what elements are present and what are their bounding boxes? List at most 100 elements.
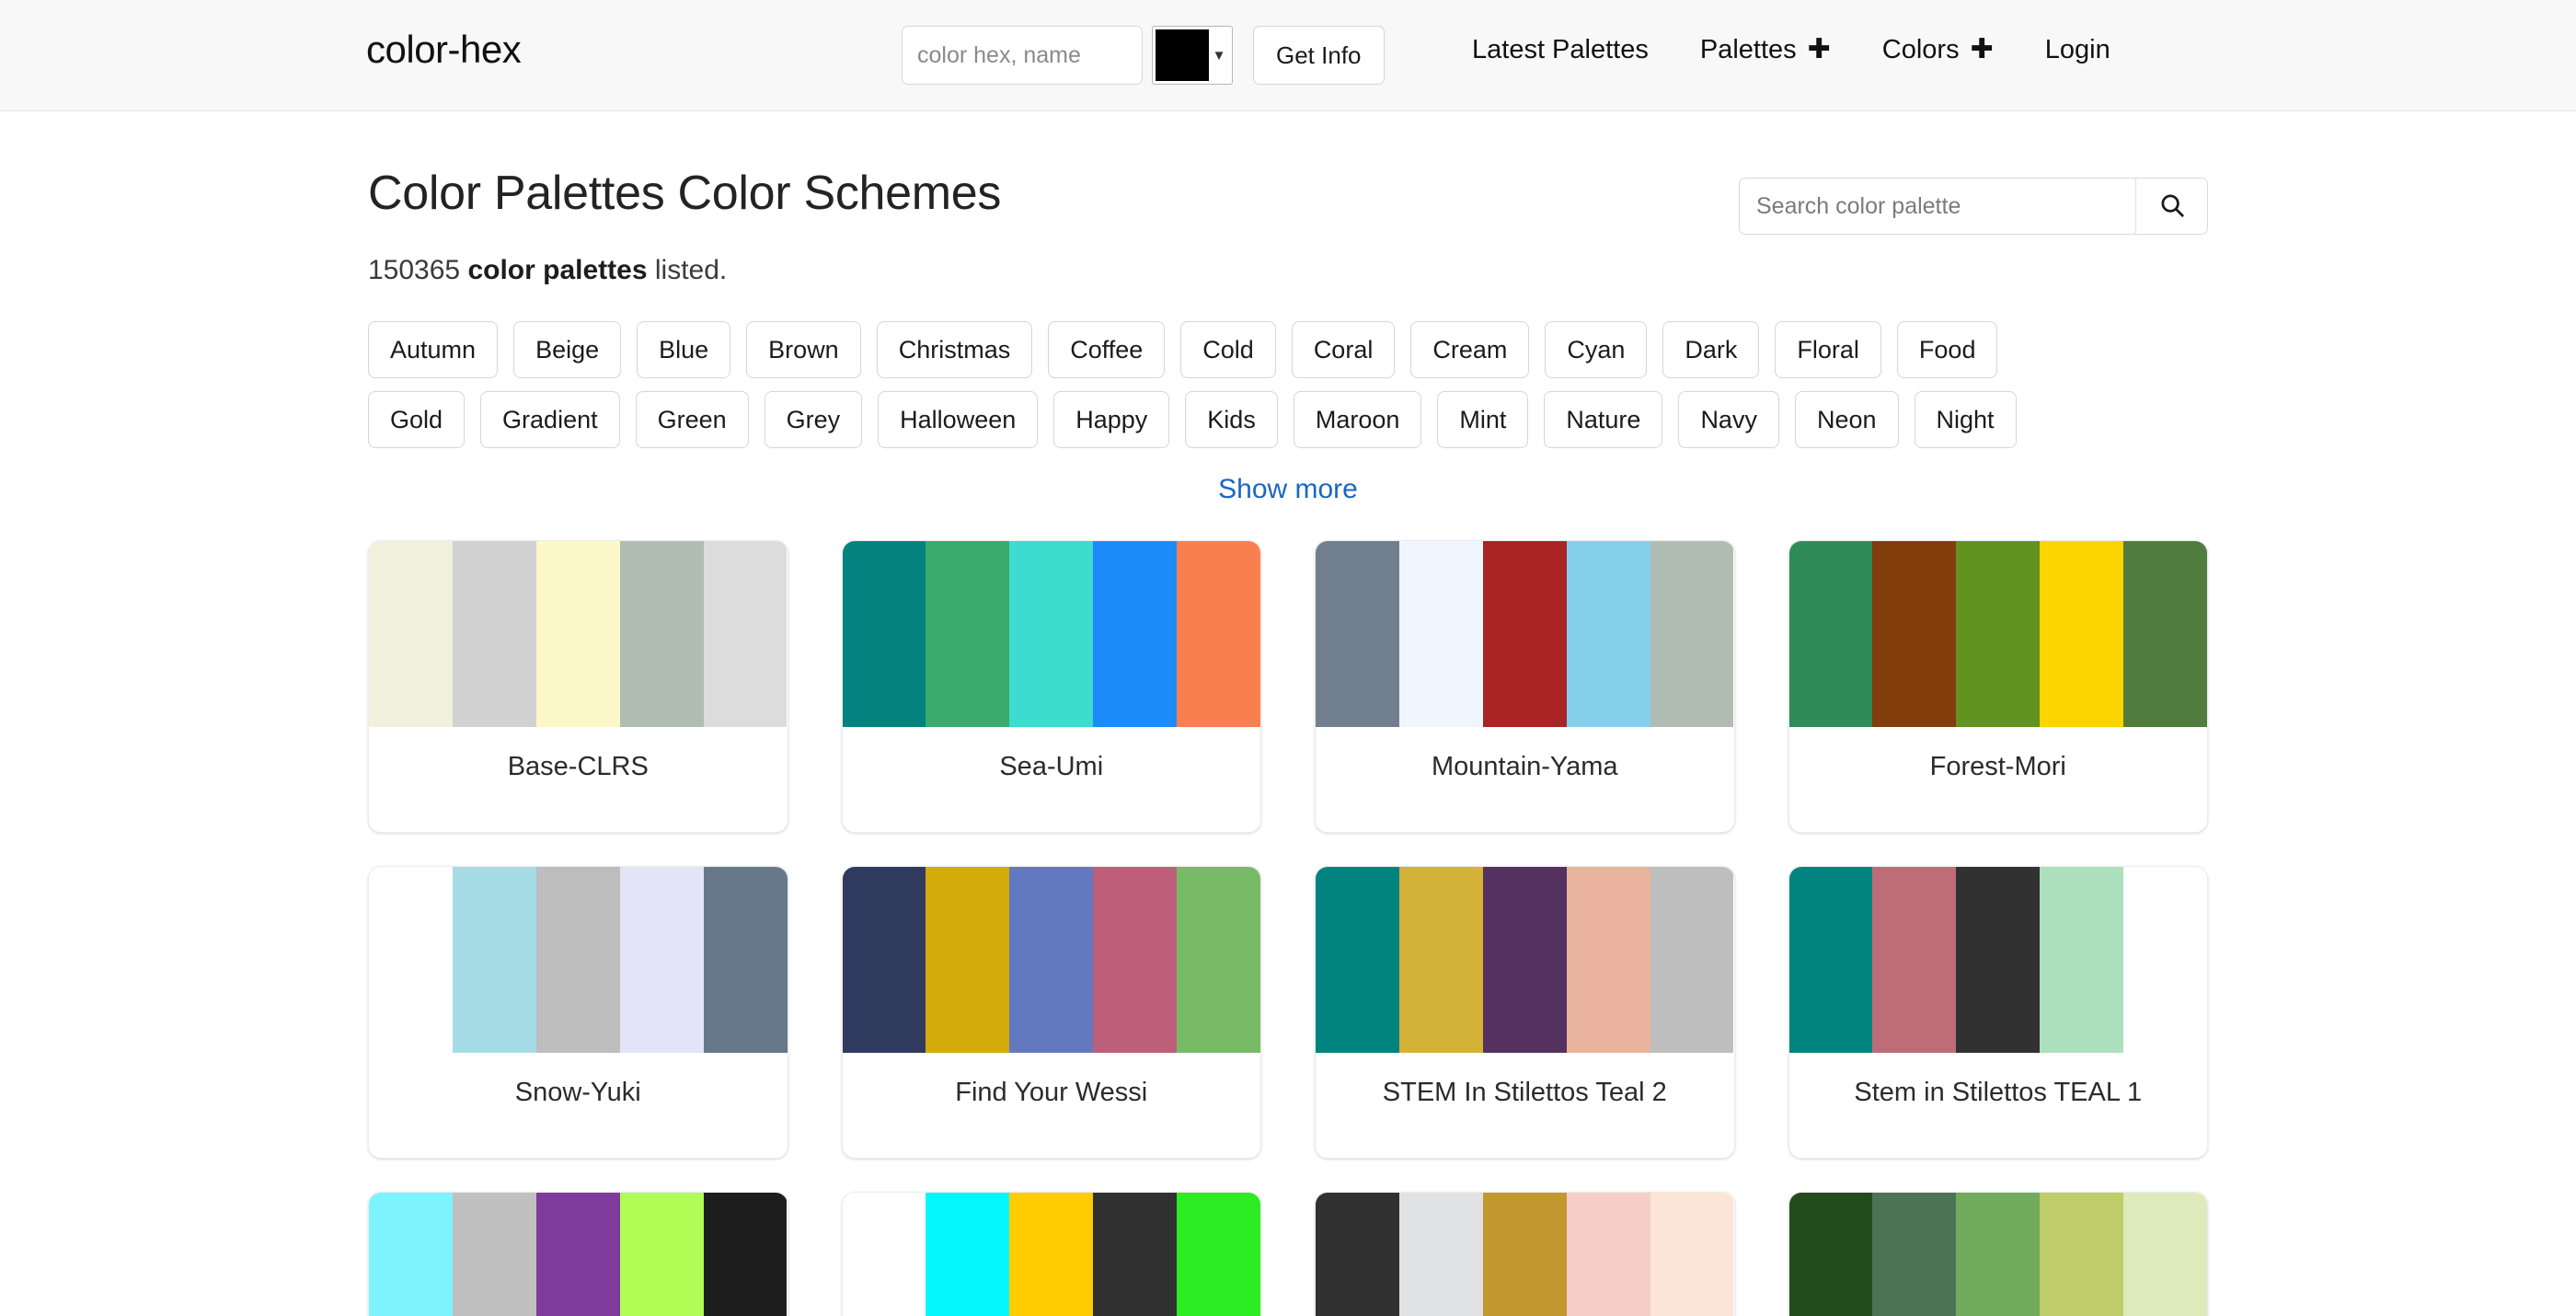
palette-swatch[interactable] bbox=[1009, 1193, 1094, 1316]
tag-chip-beige[interactable]: Beige bbox=[513, 321, 622, 378]
palette-card[interactable] bbox=[1788, 1192, 2208, 1316]
palette-card[interactable]: Snow-Yuki bbox=[368, 866, 788, 1159]
tag-chip-maroon[interactable]: Maroon bbox=[1293, 391, 1422, 448]
palette-swatch[interactable] bbox=[369, 1193, 453, 1316]
tag-chip-cyan[interactable]: Cyan bbox=[1545, 321, 1648, 378]
palette-swatch[interactable] bbox=[1093, 1193, 1178, 1316]
tag-chip-halloween[interactable]: Halloween bbox=[878, 391, 1039, 448]
palette-swatch[interactable] bbox=[1566, 541, 1650, 727]
tag-chip-green[interactable]: Green bbox=[635, 391, 749, 448]
tag-chip-gold[interactable]: Gold bbox=[368, 391, 466, 448]
tag-chip-gradient[interactable]: Gradient bbox=[480, 391, 620, 448]
palette-card[interactable]: Mountain-Yama bbox=[1315, 540, 1735, 833]
tag-chip-autumn[interactable]: Autumn bbox=[368, 321, 499, 378]
palette-swatch[interactable] bbox=[535, 1193, 620, 1316]
nav-item-login[interactable]: Login bbox=[2019, 35, 2136, 65]
color-picker-select[interactable]: ▼ bbox=[1152, 26, 1233, 85]
palette-swatch[interactable] bbox=[1566, 867, 1650, 1053]
tag-chip-coral[interactable]: Coral bbox=[1291, 321, 1396, 378]
tag-chip-cold[interactable]: Cold bbox=[1180, 321, 1276, 378]
palette-swatch[interactable] bbox=[1177, 541, 1260, 727]
palette-swatch[interactable] bbox=[1177, 867, 1260, 1053]
palette-card[interactable]: STEM In Stilettos Teal 2 bbox=[1315, 866, 1735, 1159]
palette-card[interactable]: Base-CLRS bbox=[368, 540, 788, 833]
palette-swatch[interactable] bbox=[452, 1193, 536, 1316]
show-more-link[interactable]: Show more bbox=[1218, 474, 1358, 504]
palette-swatch[interactable] bbox=[1650, 867, 1734, 1053]
palette-card[interactable]: Sea-Umi bbox=[841, 540, 1261, 833]
tag-chip-dark[interactable]: Dark bbox=[1662, 321, 1760, 378]
palette-swatch[interactable] bbox=[1316, 541, 1399, 727]
palette-swatch[interactable] bbox=[452, 867, 536, 1053]
palette-swatch[interactable] bbox=[1316, 867, 1399, 1053]
tag-chip-mint[interactable]: Mint bbox=[1437, 391, 1529, 448]
tag-chip-grey[interactable]: Grey bbox=[764, 391, 863, 448]
search-input[interactable] bbox=[1740, 179, 2135, 234]
palette-swatch[interactable] bbox=[1956, 1193, 2041, 1316]
palette-swatch[interactable] bbox=[703, 1193, 788, 1316]
palette-swatch[interactable] bbox=[1398, 541, 1483, 727]
palette-swatch[interactable] bbox=[1566, 1193, 1650, 1316]
palette-swatch[interactable] bbox=[1788, 867, 1873, 1053]
palette-swatch[interactable] bbox=[1650, 541, 1734, 727]
palette-swatch[interactable] bbox=[1956, 541, 2041, 727]
tag-chip-brown[interactable]: Brown bbox=[746, 321, 861, 378]
palette-swatch[interactable] bbox=[1872, 1193, 1957, 1316]
tag-chip-floral[interactable]: Floral bbox=[1775, 321, 1881, 378]
tag-chip-coffee[interactable]: Coffee bbox=[1048, 321, 1166, 378]
palette-swatch[interactable] bbox=[452, 541, 536, 727]
tag-chip-food[interactable]: Food bbox=[1896, 321, 1998, 378]
palette-swatch[interactable] bbox=[1872, 541, 1957, 727]
tag-chip-navy[interactable]: Navy bbox=[1678, 391, 1779, 448]
palette-swatch[interactable] bbox=[703, 867, 788, 1053]
palette-card[interactable] bbox=[1315, 1192, 1735, 1316]
palette-swatch[interactable] bbox=[926, 867, 1010, 1053]
search-button[interactable] bbox=[2135, 179, 2207, 234]
tag-chip-christmas[interactable]: Christmas bbox=[876, 321, 1033, 378]
get-info-button[interactable]: Get Info bbox=[1253, 26, 1385, 85]
palette-card[interactable]: Forest-Mori bbox=[1788, 540, 2208, 833]
palette-swatch[interactable] bbox=[926, 1193, 1010, 1316]
palette-swatch[interactable] bbox=[926, 541, 1010, 727]
nav-item-latest-palettes[interactable]: Latest Palettes bbox=[1446, 35, 1674, 65]
palette-swatch[interactable] bbox=[1177, 1193, 1260, 1316]
brand-logo[interactable]: color-hex bbox=[366, 28, 522, 72]
tag-chip-blue[interactable]: Blue bbox=[637, 321, 731, 378]
nav-item-colors[interactable]: Colors ✚ bbox=[1857, 35, 2019, 65]
palette-swatch[interactable] bbox=[1650, 1193, 1734, 1316]
palette-swatch[interactable] bbox=[1872, 867, 1957, 1053]
palette-card[interactable] bbox=[841, 1192, 1261, 1316]
palette-swatch[interactable] bbox=[1482, 1193, 1567, 1316]
palette-swatch[interactable] bbox=[2123, 1193, 2207, 1316]
palette-swatch[interactable] bbox=[1316, 1193, 1399, 1316]
palette-swatch[interactable] bbox=[1009, 867, 1094, 1053]
palette-swatch[interactable] bbox=[619, 541, 704, 727]
tag-chip-kids[interactable]: Kids bbox=[1185, 391, 1278, 448]
palette-swatch[interactable] bbox=[842, 541, 926, 727]
palette-swatch[interactable] bbox=[1398, 1193, 1483, 1316]
palette-swatch[interactable] bbox=[2123, 541, 2207, 727]
palette-swatch[interactable] bbox=[1482, 867, 1567, 1053]
palette-swatch[interactable] bbox=[842, 867, 926, 1053]
palette-card[interactable]: Stem in Stilettos TEAL 1 bbox=[1788, 866, 2208, 1159]
palette-card[interactable]: Find Your Wessi bbox=[841, 866, 1261, 1159]
palette-card[interactable] bbox=[368, 1192, 788, 1316]
palette-swatch[interactable] bbox=[619, 1193, 704, 1316]
palette-swatch[interactable] bbox=[1788, 1193, 1873, 1316]
palette-swatch[interactable] bbox=[1009, 541, 1094, 727]
palette-swatch[interactable] bbox=[2040, 1193, 2124, 1316]
palette-swatch[interactable] bbox=[535, 867, 620, 1053]
tag-chip-neon[interactable]: Neon bbox=[1794, 391, 1899, 448]
palette-swatch[interactable] bbox=[619, 867, 704, 1053]
palette-swatch[interactable] bbox=[1093, 541, 1178, 727]
palette-swatch[interactable] bbox=[535, 541, 620, 727]
palette-swatch[interactable] bbox=[369, 541, 453, 727]
tag-chip-nature[interactable]: Nature bbox=[1544, 391, 1663, 448]
palette-swatch[interactable] bbox=[2040, 867, 2124, 1053]
palette-swatch[interactable] bbox=[1398, 867, 1483, 1053]
tag-chip-night[interactable]: Night bbox=[1914, 391, 2017, 448]
tag-chip-cream[interactable]: Cream bbox=[1410, 321, 1530, 378]
tag-chip-happy[interactable]: Happy bbox=[1053, 391, 1170, 448]
hex-search-input[interactable] bbox=[902, 26, 1143, 85]
palette-swatch[interactable] bbox=[1956, 867, 2041, 1053]
